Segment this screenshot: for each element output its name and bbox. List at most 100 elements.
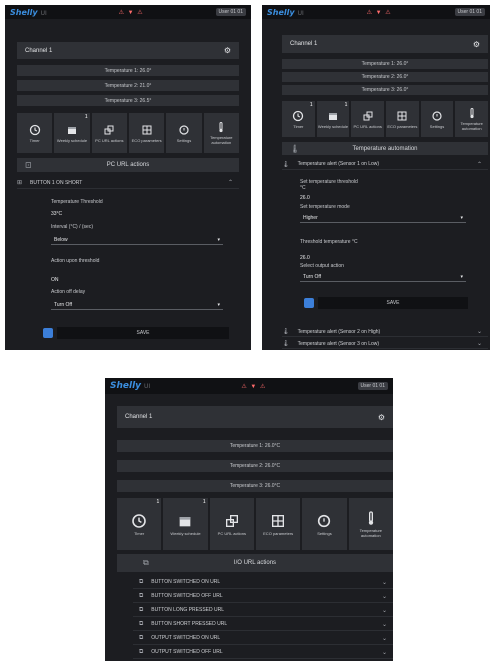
field-label: Action off delay xyxy=(51,289,86,295)
save-button[interactable]: SAVE xyxy=(318,297,468,309)
settings-icon xyxy=(318,514,331,527)
field-label: Temperature Threshold xyxy=(51,199,103,205)
panel-right: Shelly UI ⚠ ▼ ⚠ User 01 01 Channel 1 ⚙ Te… xyxy=(262,5,490,350)
accordion-header[interactable]: 🌡 Temperature alert (Sensor 1 on Low) ⌃ xyxy=(282,159,488,170)
calendar-icon xyxy=(329,112,337,120)
tile-weekly-schedule[interactable]: 1 Weekly schedule xyxy=(54,113,90,153)
user-chip[interactable]: User 01 01 xyxy=(215,8,246,16)
tile-settings[interactable]: Settings xyxy=(420,101,454,137)
tile-temperature-automation[interactable]: Temperature automation xyxy=(203,113,239,153)
action-select[interactable]: Turn Off ▾ xyxy=(300,272,466,282)
link-icon: ⧉ xyxy=(139,634,144,641)
tile-url-actions[interactable]: PC URL actions xyxy=(209,498,254,550)
tile-timer[interactable]: 1 Timer xyxy=(282,101,315,137)
tile-eco-parameters[interactable]: ECO parameters xyxy=(128,113,165,153)
device-header[interactable]: Channel 1 ⚙ xyxy=(282,35,488,53)
link-icon: ⧉ xyxy=(139,648,144,655)
accordion-row[interactable]: ⧉ BUTTON LONG PRESSED URL ⌄ xyxy=(133,604,393,617)
device-name: Channel 1 xyxy=(25,47,53,54)
mode-select[interactable]: Below ▾ xyxy=(51,235,223,245)
user-chip[interactable]: User 01 01 xyxy=(357,382,388,390)
clock-icon xyxy=(132,513,146,528)
tile-temperature-automation[interactable]: Temperature automation xyxy=(348,498,393,550)
tile-url-actions[interactable]: PC URL actions xyxy=(351,101,385,137)
tile-temperature-automation[interactable]: Temperature automation xyxy=(455,101,489,137)
section-header: ⊡ PC URL actions xyxy=(17,158,239,172)
device-name: Channel 1 xyxy=(290,41,318,47)
tile-weekly-schedule[interactable]: 1 Weekly schedule xyxy=(163,498,208,550)
link-icon: ⧉ xyxy=(139,620,144,627)
clock-icon xyxy=(293,110,304,121)
temperature-row: Temperature 1: 26.0° xyxy=(282,59,488,69)
status-icons: ⚠ ▼ ⚠ xyxy=(241,383,267,390)
accordion-row[interactable]: ⧉ BUTTON SWITCHED OFF URL ⌄ xyxy=(133,590,393,603)
accordion-row[interactable]: ⧉ BUTTON SWITCHED ON URL ⌄ xyxy=(133,576,393,589)
chevron-down-icon: ⌄ xyxy=(381,621,387,628)
tile-timer[interactable]: 1 Timer xyxy=(117,498,162,550)
gear-icon[interactable]: ⚙ xyxy=(224,46,231,55)
field-label: Interval (°C) / (sec) xyxy=(51,224,94,230)
user-chip[interactable]: User 01 01 xyxy=(454,8,485,16)
device-name: Channel 1 xyxy=(125,414,153,420)
accordion-header[interactable]: 🌡 Temperature alert (Sensor 3 on Low) ⌄ xyxy=(282,339,488,349)
top-bar: Shelly UI ⚠ ▼ ⚠ User 01 01 xyxy=(262,5,490,19)
temperature-row: Temperature 1: 26.0°C xyxy=(117,440,393,452)
temperature-row: Temperature 2: 26.0°C xyxy=(117,460,393,472)
function-tiles: 1 Timer 1 Weekly schedule PC URL actions E… xyxy=(282,101,489,137)
section-title: I/O URL actions xyxy=(233,560,277,566)
save-button[interactable]: SAVE xyxy=(57,327,229,339)
mode-select[interactable]: Higher ▾ xyxy=(300,213,466,223)
temperature-row: Temperature 1: 26.0° xyxy=(17,65,239,76)
link-icon: ⧉ xyxy=(139,592,144,599)
top-bar: Shelly UI ⚠ ▼ ⚠ User 01 01 xyxy=(105,378,393,394)
field-value[interactable]: 26.0 xyxy=(300,195,310,201)
accordion-row[interactable]: ⧉ OUTPUT SWITCHED OFF URL ⌄ xyxy=(133,646,393,659)
tile-settings[interactable]: Settings xyxy=(166,113,202,153)
chevron-down-icon: ⌄ xyxy=(381,635,387,642)
tile-url-actions[interactable]: PC URL actions xyxy=(91,113,127,153)
status-icons: ⚠ ▼ ⚠ xyxy=(118,9,144,16)
field-label: Action upon threshold xyxy=(51,258,100,264)
action-select[interactable]: Turn Off ▾ xyxy=(51,300,223,310)
tile-weekly-schedule[interactable]: 1 Weekly schedule xyxy=(316,101,350,137)
thermometer-icon xyxy=(368,511,373,525)
accordion-row[interactable]: ⧉ BUTTON SHORT PRESSED URL ⌄ xyxy=(133,618,393,631)
gear-icon[interactable]: ⚙ xyxy=(473,40,480,49)
field-value[interactable]: ON xyxy=(51,277,59,283)
accordion-header[interactable]: ⊞ BUTTON 1 ON SHORT ⌃ xyxy=(17,177,239,189)
calendar-icon xyxy=(180,516,191,526)
thermometer-icon: 🌡 xyxy=(282,329,290,335)
chevron-down-icon: ⌄ xyxy=(381,579,387,586)
device-header[interactable]: Channel 1 ⚙ xyxy=(17,42,239,59)
tile-eco-parameters[interactable]: ECO parameters xyxy=(386,101,419,137)
field-value[interactable]: 33°C xyxy=(51,211,62,217)
tile-timer[interactable]: Timer xyxy=(17,113,53,153)
count-badge: 1 xyxy=(156,499,160,505)
link-icon xyxy=(104,125,114,134)
settings-icon xyxy=(432,110,442,121)
chevron-down-icon: ▾ xyxy=(217,301,220,308)
thermometer-icon: 🌡 xyxy=(290,144,301,153)
link-icon xyxy=(225,514,238,527)
link-icon: ⊞ xyxy=(17,180,23,186)
save-icon xyxy=(43,328,53,338)
chevron-down-icon: ⌄ xyxy=(381,607,387,614)
tile-settings[interactable]: Settings xyxy=(302,498,347,550)
chevron-down-icon: ⌄ xyxy=(381,593,387,600)
chevron-down-icon: ⌄ xyxy=(381,649,387,656)
clock-icon xyxy=(29,124,40,135)
device-header[interactable]: Channel 1 ⚙ xyxy=(117,406,393,428)
grid-icon xyxy=(397,111,407,120)
field-label: Set temperature mode xyxy=(300,204,350,210)
thermometer-icon xyxy=(470,108,474,119)
accordion-header[interactable]: 🌡 Temperature alert (Sensor 2 on High) ⌄ xyxy=(282,327,488,337)
temperature-row: Temperature 2: 21.0° xyxy=(17,80,239,91)
tile-eco-parameters[interactable]: ECO parameters xyxy=(255,498,301,550)
calendar-icon xyxy=(67,126,76,134)
temperature-row: Temperature 3: 26.0°C xyxy=(117,480,393,492)
chevron-down-icon: ▾ xyxy=(217,236,220,243)
field-value[interactable]: 26.0 xyxy=(300,255,310,261)
section-icon: ⊡ xyxy=(25,160,32,170)
gear-icon[interactable]: ⚙ xyxy=(378,413,385,422)
accordion-row[interactable]: ⧉ OUTPUT SWITCHED ON URL ⌄ xyxy=(133,632,393,645)
